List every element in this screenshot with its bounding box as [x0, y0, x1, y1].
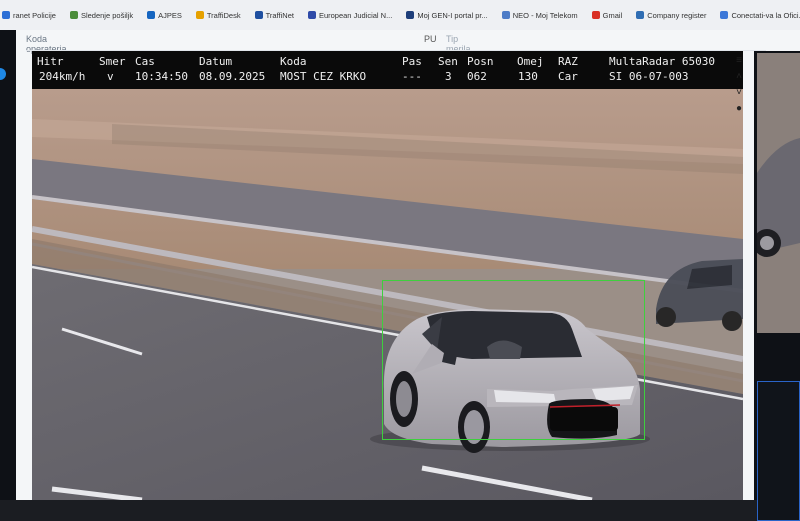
bookmark-icon — [720, 11, 729, 19]
hud-device-id-value: SI 06-07-003 — [609, 70, 689, 83]
hud-date-value: 08.09.2025 — [199, 70, 266, 83]
bookmark-label: TraffiNet — [265, 10, 294, 20]
thumbnail-selected[interactable] — [757, 381, 800, 521]
bookmark-icon — [69, 11, 78, 19]
thumbnail-image — [757, 53, 800, 333]
bookmark-label: NEO - Moj Telekom — [512, 10, 578, 20]
bookmark-icon — [307, 11, 316, 19]
bookmark-icon — [636, 11, 645, 19]
hud-label-limit: Omej — [517, 55, 544, 68]
hud-label-device: MultaRadar 65030 — [609, 55, 715, 68]
bookmark-icon — [591, 11, 600, 19]
bookmark-item[interactable]: Moj GEN-I portal pr... — [406, 10, 488, 20]
chevron-down-icon[interactable]: ˅ — [732, 85, 746, 99]
pu-field[interactable]: PU — [424, 34, 437, 44]
hud-label-date: Datum — [199, 55, 233, 68]
bookmark-item[interactable]: TraffiDesk — [195, 10, 241, 20]
thumbnail-photo[interactable] — [757, 53, 800, 333]
bookmark-icon — [406, 11, 415, 19]
drop-icon[interactable]: ● — [732, 101, 746, 115]
hud-time-value: 10:34:50 — [135, 70, 188, 83]
chevron-up-icon[interactable]: ˄ — [732, 69, 746, 83]
hud-direction-value: v — [107, 70, 114, 83]
detection-box — [382, 280, 645, 440]
bookmark-icon — [195, 11, 204, 19]
bookmark-item[interactable]: Company register — [636, 11, 706, 20]
radar-app: Koda operaterja PU Tip merila Hitr Smer … — [16, 30, 800, 521]
viewer-toolbar: ≡ ˄ ˅ ● — [730, 51, 748, 153]
bookmark-icon — [254, 11, 263, 19]
hud-label-speed: Hitr — [37, 55, 64, 68]
bookmark-item[interactable]: European Judicial N... — [307, 10, 393, 20]
radar-image-viewer[interactable]: Hitr Smer Cas Datum Koda Pas Sen Posn Om… — [32, 51, 743, 500]
menu-icon[interactable]: ≡ — [732, 53, 746, 67]
hud-lane-value: --- — [402, 70, 422, 83]
hud-label-direction: Smer — [99, 55, 126, 68]
bookmark-label: Gmail — [602, 10, 623, 20]
hud-label-class: RAZ — [558, 55, 578, 68]
thumbnail-strip — [754, 51, 800, 521]
hud-limit-value: 130 — [518, 70, 538, 83]
hud-label-position: Posn — [467, 55, 494, 68]
hud-position-value: 062 — [467, 70, 487, 83]
hud-sensor-value: 3 — [445, 70, 452, 83]
bookmark-label: Conectati-va la Ofici... — [731, 10, 800, 20]
bookmark-item[interactable]: TraffiNet — [254, 10, 294, 20]
hud-label-code: Koda — [280, 55, 307, 68]
bookmark-item[interactable]: NEO - Moj Telekom — [501, 10, 578, 20]
bookmark-label: Company register — [647, 10, 707, 20]
bookmark-item[interactable]: Gmail — [591, 10, 623, 20]
hud-label-sensor: Sen — [438, 55, 458, 68]
radar-data-overlay: Hitr Smer Cas Datum Koda Pas Sen Posn Om… — [32, 51, 743, 89]
bookmark-label: ranet Policije — [13, 10, 56, 20]
bookmark-label: European Judicial N... — [318, 10, 393, 20]
bookmark-item[interactable]: AJPES — [147, 11, 182, 20]
bookmark-label: Moj GEN-I portal pr... — [417, 10, 488, 20]
hud-speed-value: 204km/h — [39, 70, 86, 83]
app-icon[interactable] — [0, 68, 6, 80]
bookmark-icon — [147, 11, 156, 19]
bookmarks-bar: ranet Policije Sledenje pošiljk AJPES Traff… — [0, 0, 800, 30]
bookmark-icon — [501, 11, 510, 19]
bookmark-item[interactable]: ranet Policije — [2, 11, 56, 20]
left-panel — [0, 30, 16, 500]
bookmark-label: AJPES — [158, 10, 182, 20]
hud-code-value: MOST CEZ KRKO — [280, 70, 367, 83]
hud-label-time: Cas — [135, 55, 155, 68]
bookmark-label: TraffiDesk — [206, 10, 241, 20]
bookmark-icon — [2, 11, 10, 19]
bookmark-item[interactable]: Conectati-va la Ofici... — [720, 11, 800, 20]
bookmark-label: Sledenje pošiljk — [80, 10, 134, 20]
hud-class-value: Car — [558, 70, 578, 83]
hud-label-lane: Pas — [402, 55, 422, 68]
bookmark-item[interactable]: Sledenje pošiljk — [69, 10, 134, 20]
